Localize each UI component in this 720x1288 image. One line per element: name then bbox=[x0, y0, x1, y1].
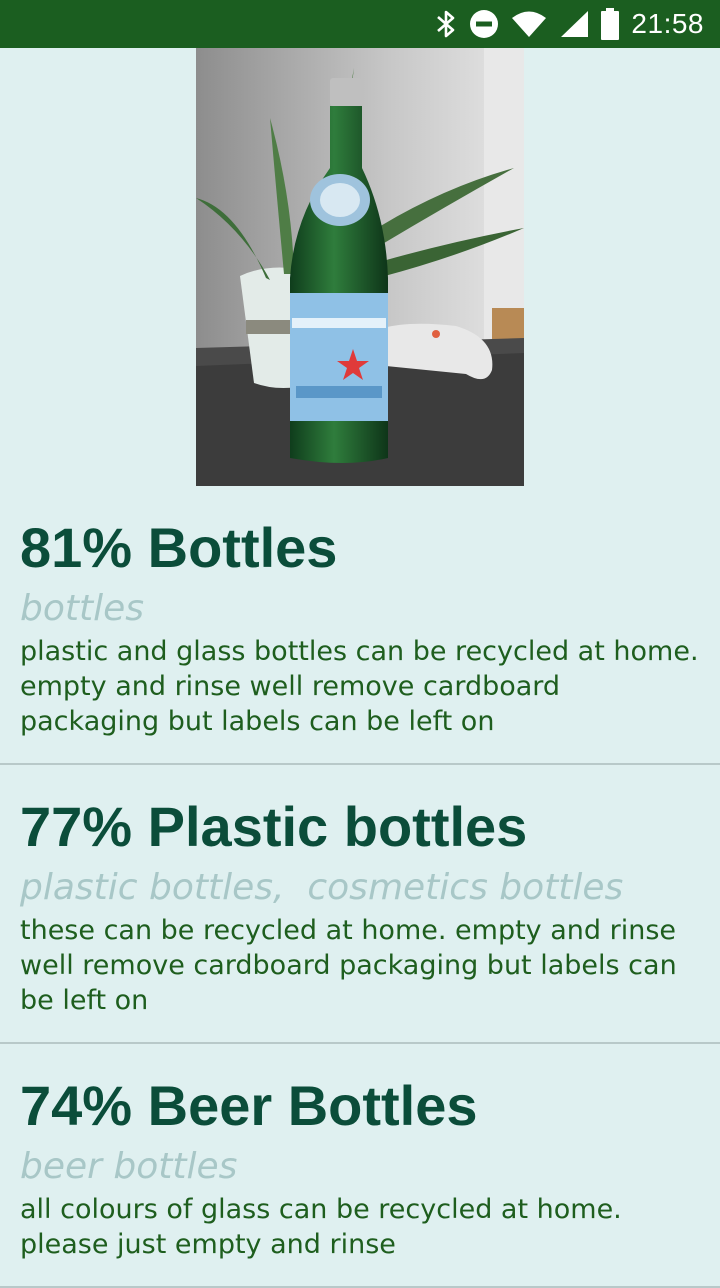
bluetooth-icon bbox=[435, 9, 457, 39]
do-not-disturb-icon bbox=[469, 9, 499, 39]
result-description: all colours of glass can be recycled at … bbox=[20, 1194, 622, 1260]
result-title: 81% Bottles bbox=[20, 516, 338, 579]
result-title: 74% Beer Bottles bbox=[20, 1074, 478, 1137]
result-tags: bottles bbox=[20, 588, 145, 629]
result-description: these can be recycled at home. empty and… bbox=[20, 915, 677, 1016]
green-glass-bottle-photo bbox=[196, 48, 524, 486]
result-tags: beer bottles bbox=[20, 1146, 238, 1187]
result-title: 77% Plastic bottles bbox=[20, 795, 528, 858]
result-description: plastic and glass bottles can be recycle… bbox=[20, 636, 699, 737]
results-list: 81% Bottles bottles plastic and glass bo… bbox=[0, 486, 720, 1288]
signal-icon bbox=[559, 9, 589, 39]
wifi-icon bbox=[511, 9, 547, 39]
result-item-bottles[interactable]: 81% Bottles bottles plastic and glass bo… bbox=[0, 486, 720, 765]
result-item-plastic-bottles[interactable]: 77% Plastic bottles plastic bottles, cos… bbox=[0, 765, 720, 1044]
battery-icon bbox=[601, 8, 620, 40]
result-item-beer-bottles[interactable]: 74% Beer Bottles beer bottles all colour… bbox=[0, 1044, 720, 1288]
status-bar: 21:58 bbox=[0, 0, 720, 48]
status-time: 21:58 bbox=[631, 8, 704, 39]
result-tags: plastic bottles, cosmetics bottles bbox=[20, 867, 624, 908]
